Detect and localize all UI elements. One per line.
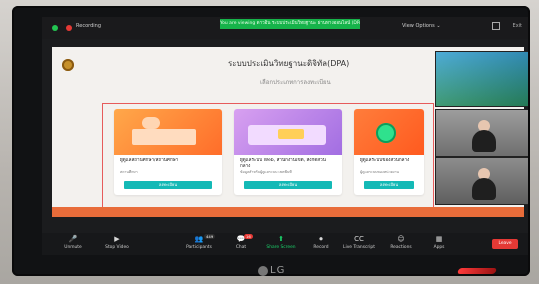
ministry-logo-icon (62, 59, 74, 71)
card-description: สถานศึกษา (120, 170, 138, 174)
school-illustration-icon (132, 129, 196, 145)
site-title: ระบบประเมินวิทยฐานะดิจิทัล(DPA) (228, 59, 350, 68)
reactions-label: Reactions (390, 245, 412, 250)
record-icon: ⏺ (319, 235, 323, 243)
bus-illustration-icon (278, 129, 304, 139)
site-subtitle: เลือกประเภทการลงทะเบียน (260, 79, 331, 86)
brand-logo-icon (258, 266, 268, 276)
reactions-button[interactable]: ☺ Reactions (384, 236, 418, 254)
recording-label: Recording (76, 23, 102, 29)
zoom-toolbar: 🎤 Unmute ▶ Stop Video 👥 Participants 449… (42, 233, 528, 255)
register-button[interactable]: ลงทะเบียน (364, 181, 414, 189)
microphone-icon: 🎤 (68, 235, 78, 243)
fullscreen-icon[interactable] (492, 22, 500, 30)
record-label: Record (313, 245, 329, 250)
chat-badge: 16 (244, 234, 253, 239)
staff-illustration-icon (142, 117, 160, 129)
leave-meeting-button[interactable]: Leave (492, 239, 518, 249)
participants-button[interactable]: 👥 Participants 449 (182, 234, 216, 254)
view-options-button[interactable]: View Options ⌄ (402, 23, 441, 29)
chat-button[interactable]: 💬 Chat 16 (224, 234, 258, 254)
share-screen-icon: ⬆ (278, 235, 284, 243)
share-screen-button[interactable]: ⬆ Share Screen (264, 236, 298, 254)
participant-video-tile[interactable] (435, 109, 528, 157)
zoom-top-bar: Recording You are viewing ดาวอิน ระบบประ… (42, 17, 528, 39)
screen-share-banner: You are viewing ดาวอิน ระบบประเมินวิทยฐา… (220, 19, 360, 29)
participant-body-icon (472, 130, 496, 152)
live-transcript-label: Live Transcript (343, 245, 375, 250)
record-button[interactable]: ⏺ Record (304, 236, 338, 254)
card-illustration (354, 109, 424, 155)
stand-glow (456, 268, 498, 274)
card-description: ข้อมูลสำหรับผู้ดูแลระบบ เขตพื้นที่ (240, 170, 292, 174)
chat-label: Chat (235, 245, 247, 250)
reactions-icon: ☺ (397, 235, 405, 243)
registration-card-admin: ผู้ดูแลระบบ Web, สำนักงานเขต, สังกัดส่วน… (234, 109, 342, 195)
card-title: ผู้ดูแลระบบ Web, สำนักงานเขต, สังกัดส่วน… (240, 158, 326, 169)
exit-fullscreen-button[interactable]: Exit (513, 23, 522, 29)
monitor-brand: LG (270, 265, 286, 276)
security-icon (52, 25, 58, 31)
monitor-screen: Recording You are viewing ดาวอิน ระบบประ… (42, 17, 528, 255)
card-illustration (234, 109, 342, 155)
share-screen-label: Share Screen (266, 245, 296, 250)
badge-illustration-icon (376, 123, 396, 143)
unmute-label: Unmute (64, 245, 82, 250)
video-thumbnail (436, 52, 528, 106)
participants-label: Participants (186, 245, 212, 250)
participant-video-tile[interactable] (435, 51, 528, 107)
card-title: ผู้ดูแลสถานศึกษา/สถานศึกษา (120, 158, 179, 163)
participants-icon: 👥 (194, 235, 204, 243)
apps-button[interactable]: ▦ Apps (422, 236, 456, 254)
register-button[interactable]: ลงทะเบียน (124, 181, 212, 189)
registration-card-school: ผู้ดูแลสถานศึกษา/สถานศึกษา สถานศึกษา ลงท… (114, 109, 222, 195)
card-illustration (114, 109, 222, 155)
video-camera-icon: ▶ (114, 235, 120, 243)
registration-card-central: ผู้ดูแลระบบของส่วนกลาง ผู้ดูแลระบบของหน่… (354, 109, 424, 195)
participant-video-tile[interactable] (435, 157, 528, 205)
participants-count: 449 (204, 234, 216, 239)
apps-label: Apps (433, 245, 445, 250)
participant-body-icon (472, 178, 496, 200)
stop-video-button[interactable]: ▶ Stop Video (100, 236, 134, 254)
card-title: ผู้ดูแลระบบของส่วนกลาง (360, 158, 410, 163)
live-transcript-button[interactable]: CC Live Transcript (342, 236, 376, 254)
apps-icon: ▦ (435, 235, 443, 243)
card-description: ผู้ดูแลระบบของหน่วยงาน (360, 170, 399, 174)
monitor-bezel: LG Recording You are viewing ดาวอิน ระบบ… (12, 6, 530, 276)
transcript-icon: CC (354, 235, 364, 243)
site-footer-band (52, 207, 524, 217)
unmute-button[interactable]: 🎤 Unmute (56, 236, 90, 254)
stop-video-label: Stop Video (105, 245, 129, 250)
recording-icon (66, 25, 72, 31)
register-button[interactable]: ลงทะเบียน (244, 181, 332, 189)
